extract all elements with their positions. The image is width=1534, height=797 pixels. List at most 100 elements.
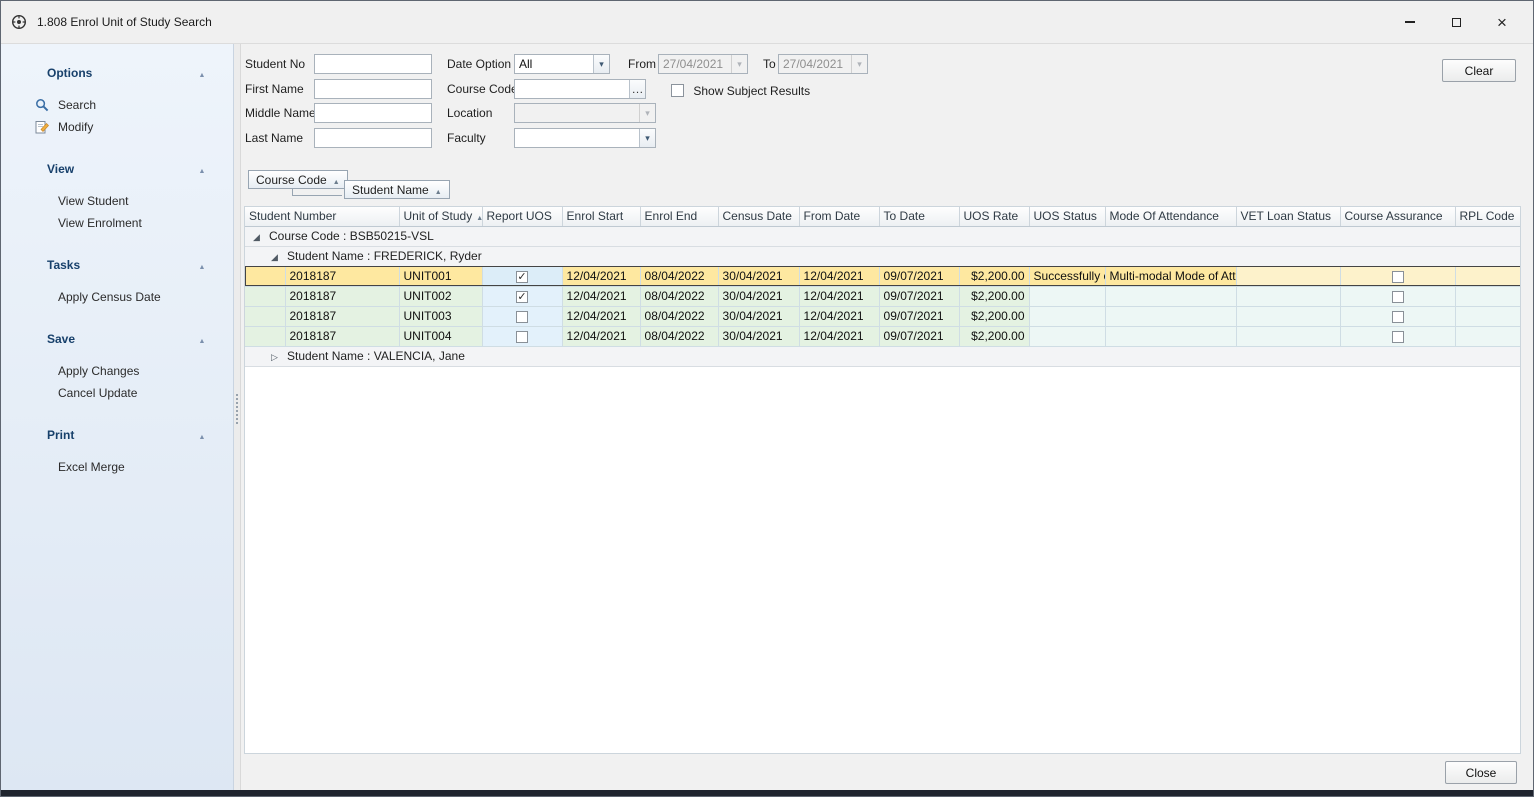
column-header-student-number[interactable]: Student Number	[245, 207, 399, 226]
student-no-input[interactable]	[314, 54, 432, 74]
column-header-course-assurance[interactable]: Course Assurance	[1340, 207, 1455, 226]
cell-to-date[interactable]: 09/07/2021	[879, 326, 959, 346]
group-row[interactable]: ◢Student Name : FREDERICK, Ryder	[245, 246, 1521, 266]
sidebar-item-apply-changes[interactable]: Apply Changes	[1, 360, 233, 382]
cell-unit-of-study[interactable]: UNIT004	[399, 326, 482, 346]
collapse-group-icon[interactable]: ◢	[253, 232, 264, 243]
cell-vet-loan-status[interactable]	[1236, 286, 1340, 306]
sidebar-header-view[interactable]: View	[1, 160, 233, 178]
cell-enrol-end[interactable]: 08/04/2022	[640, 306, 718, 326]
group-chip-course-code[interactable]: Course Code	[248, 170, 348, 189]
cell-rpl-code[interactable]	[1455, 306, 1521, 326]
column-header-report-uos[interactable]: Report UOS	[482, 207, 562, 226]
course-code-input[interactable]	[515, 80, 629, 98]
clear-button[interactable]: Clear	[1442, 59, 1516, 82]
cell-enrol-start[interactable]: 12/04/2021	[562, 326, 640, 346]
cell-uos-status[interactable]	[1029, 286, 1105, 306]
cell-student-number[interactable]: 2018187	[285, 266, 399, 286]
minimize-button[interactable]	[1395, 9, 1425, 35]
grid-data-row[interactable]: 2018187UNIT00412/04/202108/04/202230/04/…	[245, 326, 1521, 346]
cell-from-date[interactable]: 12/04/2021	[799, 326, 879, 346]
cell-census-date[interactable]: 30/04/2021	[718, 306, 799, 326]
cell-to-date[interactable]: 09/07/2021	[879, 306, 959, 326]
cell-enrol-end[interactable]: 08/04/2022	[640, 286, 718, 306]
collapse-chevron-icon[interactable]	[197, 332, 207, 346]
sidebar-item-view-student[interactable]: View Student	[1, 190, 233, 212]
collapse-chevron-icon[interactable]	[197, 428, 207, 442]
cell-enrol-end[interactable]: 08/04/2022	[640, 326, 718, 346]
column-header-census-date[interactable]: Census Date	[718, 207, 799, 226]
first-name-input[interactable]	[314, 79, 432, 99]
cell-census-date[interactable]: 30/04/2021	[718, 326, 799, 346]
cell-vet-loan-status[interactable]	[1236, 326, 1340, 346]
course-code-field[interactable]	[514, 79, 646, 99]
cell-uos-rate[interactable]: $2,200.00	[959, 266, 1029, 286]
cell-vet-loan-status[interactable]	[1236, 266, 1340, 286]
cell-rpl-code[interactable]	[1455, 286, 1521, 306]
cell-mode-of-attendance[interactable]: Multi-modal Mode of Attend	[1105, 266, 1236, 286]
column-header-to-date[interactable]: To Date	[879, 207, 959, 226]
sidebar-item-apply-census-date[interactable]: Apply Census Date	[1, 286, 233, 308]
date-option-select[interactable]: All	[514, 54, 610, 74]
close-dialog-button[interactable]: Close	[1445, 761, 1517, 784]
sidebar-header-options[interactable]: Options	[1, 64, 233, 82]
course-assurance-checkbox[interactable]	[1392, 291, 1404, 303]
cell-census-date[interactable]: 30/04/2021	[718, 286, 799, 306]
column-header-enrol-start[interactable]: Enrol Start	[562, 207, 640, 226]
sidebar-item-view-enrolment[interactable]: View Enrolment	[1, 212, 233, 234]
cell-unit-of-study[interactable]: UNIT002	[399, 286, 482, 306]
cell-uos-status[interactable]	[1029, 326, 1105, 346]
cell-vet-loan-status[interactable]	[1236, 306, 1340, 326]
faculty-select[interactable]	[514, 128, 656, 148]
column-header-vet-loan-status[interactable]: VET Loan Status	[1236, 207, 1340, 226]
grid-data-row[interactable]: 2018187UNIT002 12/04/2021 08/04/202230/04/…	[245, 286, 1521, 306]
column-header-enrol-end[interactable]: Enrol End	[640, 207, 718, 226]
report-uos-checkbox[interactable]	[516, 271, 528, 283]
cell-mode-of-attendance[interactable]	[1105, 306, 1236, 326]
course-assurance-checkbox[interactable]	[1392, 311, 1404, 323]
report-uos-checkbox[interactable]	[516, 331, 528, 343]
sidebar-splitter[interactable]	[234, 44, 241, 790]
column-header-from-date[interactable]: From Date	[799, 207, 879, 226]
cell-unit-of-study[interactable]: UNIT003	[399, 306, 482, 326]
cell-uos-status[interactable]	[1029, 306, 1105, 326]
chevron-down-icon[interactable]	[593, 55, 609, 73]
titlebar-close-button[interactable]	[1487, 9, 1517, 35]
cell-enrol-start[interactable]: 12/04/2021	[562, 306, 640, 326]
cell-enrol-start[interactable]: 12/04/2021	[562, 266, 640, 286]
collapse-chevron-icon[interactable]	[197, 258, 207, 272]
sidebar-item-excel-merge[interactable]: Excel Merge	[1, 456, 233, 478]
cell-to-date[interactable]: 09/07/2021	[879, 266, 959, 286]
grid-data-row[interactable]: 2018187UNIT00112/04/202108/04/202230/04/…	[245, 266, 1521, 286]
cell-mode-of-attendance[interactable]	[1105, 286, 1236, 306]
checkbox-box-icon[interactable]	[671, 84, 684, 97]
grid-data-row[interactable]: 2018187UNIT00312/04/202108/04/202230/04/…	[245, 306, 1521, 326]
chevron-down-icon[interactable]	[639, 129, 655, 147]
cell-uos-rate[interactable]: $2,200.00	[959, 286, 1029, 306]
cell-from-date[interactable]: 12/04/2021	[799, 286, 879, 306]
report-uos-checkbox[interactable]	[516, 311, 528, 323]
collapse-chevron-icon[interactable]	[197, 162, 207, 176]
collapse-chevron-icon[interactable]	[197, 66, 207, 80]
sidebar-header-print[interactable]: Print	[1, 426, 233, 444]
cell-enrol-end[interactable]: 08/04/2022	[640, 266, 718, 286]
sidebar-item-modify[interactable]: Modify	[1, 116, 233, 138]
cell-student-number[interactable]: 2018187	[285, 286, 399, 306]
cell-census-date[interactable]: 30/04/2021	[718, 266, 799, 286]
sidebar-item-search[interactable]: Search	[1, 94, 233, 116]
cell-from-date[interactable]: 12/04/2021	[799, 306, 879, 326]
column-header-rpl-code[interactable]: RPL Code	[1455, 207, 1521, 226]
expand-group-icon[interactable]: ▷	[271, 352, 282, 363]
cell-uos-rate[interactable]: $2,200.00	[959, 326, 1029, 346]
last-name-input[interactable]	[314, 128, 432, 148]
cell-rpl-code[interactable]	[1455, 266, 1521, 286]
sidebar-header-tasks[interactable]: Tasks	[1, 256, 233, 274]
cell-student-number[interactable]: 2018187	[285, 326, 399, 346]
cell-student-number[interactable]: 2018187	[285, 306, 399, 326]
ellipsis-lookup-button[interactable]	[629, 80, 645, 98]
column-header-uos-rate[interactable]: UOS Rate	[959, 207, 1029, 226]
collapse-group-icon[interactable]: ◢	[271, 252, 282, 263]
sidebar-item-cancel-update[interactable]: Cancel Update	[1, 382, 233, 404]
group-chip-student-name[interactable]: Student Name	[344, 180, 450, 199]
cell-from-date[interactable]: 12/04/2021	[799, 266, 879, 286]
